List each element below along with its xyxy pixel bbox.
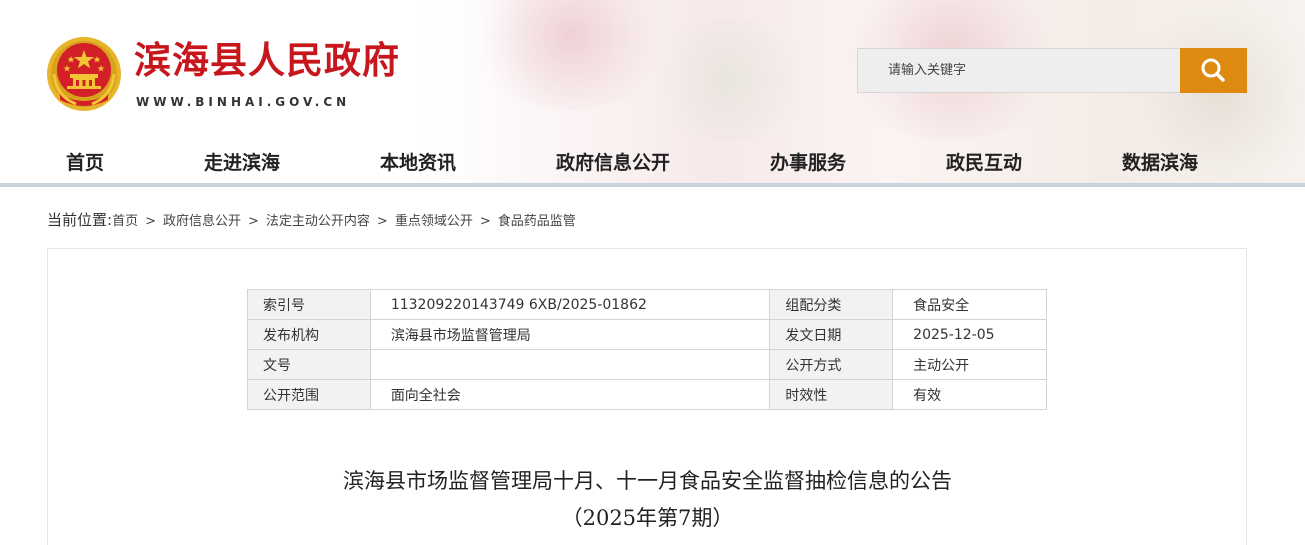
breadcrumb-gov-info[interactable]: 政府信息公开 <box>163 214 241 229</box>
nav-item-home[interactable]: 首页 <box>66 148 104 175</box>
table-value <box>369 349 771 380</box>
search-button[interactable] <box>1180 48 1247 93</box>
breadcrumb-separator: > <box>376 214 388 229</box>
nav-item-gov-info-disclosure[interactable]: 政府信息公开 <box>556 148 670 175</box>
table-row: 公开范围 面向全社会 时效性 有效 <box>247 379 1047 410</box>
table-value: 有效 <box>892 379 1047 410</box>
nav-item-local-news[interactable]: 本地资讯 <box>380 148 456 175</box>
article-title: 滨海县市场监督管理局十月、十一月食品安全监督抽检信息的公告 <box>343 469 952 493</box>
table-value: 面向全社会 <box>369 379 771 410</box>
nav-item-services[interactable]: 办事服务 <box>770 148 846 175</box>
breadcrumb-separator: > <box>248 214 259 229</box>
nav-item-about-binhai[interactable]: 走进滨海 <box>204 148 280 175</box>
nav-divider <box>0 183 1305 187</box>
breadcrumb: 当前位置:首页 > 政府信息公开 > 法定主动公开内容 > 重点领域公开 > 食品药品监管 <box>47 209 576 230</box>
search-icon <box>1201 58 1225 82</box>
table-value: 113209220143749 6XB/2025-01862 <box>369 289 771 320</box>
nav-item-data-binhai[interactable]: 数据滨海 <box>1122 148 1198 175</box>
table-key: 时效性 <box>769 379 894 410</box>
breadcrumb-separator: > <box>145 214 156 229</box>
table-key: 索引号 <box>247 289 371 320</box>
table-key: 发布机构 <box>247 319 371 350</box>
table-value: 滨海县市场监督管理局 <box>369 319 771 350</box>
search-input[interactable] <box>858 49 1180 92</box>
info-metadata-table: 索引号 113209220143749 6XB/2025-01862 组配分类 … <box>247 289 1047 410</box>
breadcrumb-label: 当前位置: <box>47 211 113 229</box>
breadcrumb-food-drug[interactable]: 食品药品监管 <box>498 214 576 229</box>
table-value: 主动公开 <box>892 349 1047 380</box>
national-emblem-logo[interactable] <box>46 36 122 112</box>
table-value: 2025-12-05 <box>892 319 1047 350</box>
main-nav: 首页 走进滨海 本地资讯 政府信息公开 办事服务 政民互动 数据滨海 <box>0 135 1305 185</box>
table-key: 公开方式 <box>769 349 894 380</box>
search-box <box>857 48 1247 93</box>
site-domain: WWW.BINHAI.GOV.CN <box>136 95 351 109</box>
breadcrumb-separator: > <box>479 214 491 229</box>
breadcrumb-statutory-content[interactable]: 法定主动公开内容 <box>266 214 370 229</box>
table-key: 组配分类 <box>769 289 894 320</box>
banner-flower-decoration <box>470 0 670 110</box>
table-key: 公开范围 <box>247 379 371 410</box>
table-row: 发布机构 滨海县市场监督管理局 发文日期 2025-12-05 <box>247 319 1047 350</box>
banner-leaf-decoration <box>640 20 820 140</box>
breadcrumb-key-areas[interactable]: 重点领域公开 <box>395 214 473 229</box>
table-row: 文号 公开方式 主动公开 <box>247 349 1047 380</box>
breadcrumb-home[interactable]: 首页 <box>112 214 138 229</box>
table-key: 文号 <box>247 349 371 380</box>
table-key: 发文日期 <box>769 319 894 350</box>
table-value: 食品安全 <box>892 289 1047 320</box>
nav-item-interaction[interactable]: 政民互动 <box>946 148 1022 175</box>
site-title[interactable]: 滨海县人民政府 <box>134 38 400 82</box>
table-row: 索引号 113209220143749 6XB/2025-01862 组配分类 … <box>247 289 1047 320</box>
article-issue-number: （2025年第7期） <box>561 506 734 530</box>
